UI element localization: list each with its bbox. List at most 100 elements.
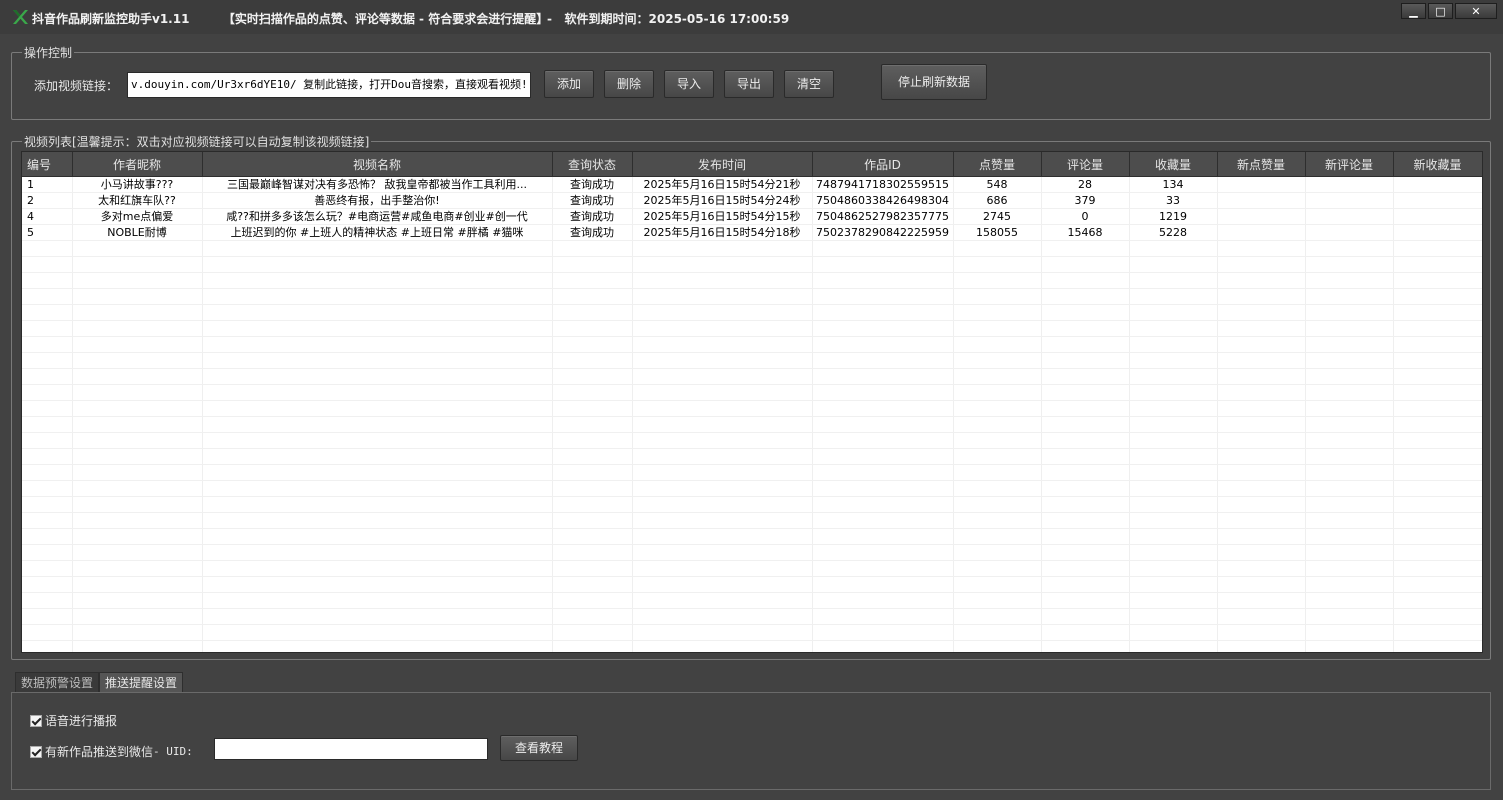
table-cell — [812, 240, 954, 257]
table-cell — [1041, 288, 1130, 305]
table-cell — [1041, 576, 1130, 593]
table-cell — [953, 576, 1042, 593]
column-header[interactable]: 收藏量 — [1129, 152, 1218, 177]
table-cell — [22, 608, 73, 625]
table-cell — [812, 288, 954, 305]
tab-data-alert[interactable]: 数据预警设置 — [15, 672, 100, 693]
table-cell: 查询成功 — [552, 176, 633, 193]
table-cell — [22, 624, 73, 641]
control-group-legend: 操作控制 — [24, 46, 73, 60]
minimize-icon[interactable]: ▁ — [1401, 3, 1426, 19]
table-cell — [552, 288, 633, 305]
table-row — [22, 448, 1482, 465]
delete-button[interactable]: 删除 — [604, 70, 654, 98]
table-cell: 5 — [22, 224, 73, 241]
table-cell — [202, 624, 553, 641]
table-cell — [202, 608, 553, 625]
table-cell — [1041, 480, 1130, 497]
table-cell — [552, 256, 633, 273]
voice-broadcast-checkbox[interactable] — [30, 714, 42, 727]
table-cell — [1393, 624, 1482, 641]
import-button[interactable]: 导入 — [664, 70, 714, 98]
table-cell — [1305, 480, 1394, 497]
column-header[interactable]: 新评论量 — [1305, 152, 1394, 177]
column-header[interactable]: 点赞量 — [953, 152, 1042, 177]
table-cell: 379 — [1041, 192, 1130, 209]
table-cell — [632, 240, 813, 257]
table-cell — [1305, 576, 1394, 593]
table-cell — [1041, 352, 1130, 369]
table-cell — [1305, 592, 1394, 609]
table-cell — [953, 272, 1042, 289]
table-cell — [1393, 528, 1482, 545]
table-cell — [1041, 640, 1130, 652]
table-cell — [72, 368, 203, 385]
wechat-push-option[interactable]: 有新作品推送到微信 - UID: — [30, 743, 193, 760]
table-cell — [22, 320, 73, 337]
table-cell — [1305, 176, 1394, 193]
export-button[interactable]: 导出 — [724, 70, 774, 98]
close-icon[interactable]: ✕ — [1455, 3, 1497, 19]
table-row[interactable]: 5 NOBLE耐博 上班迟到的你 #上班人的精神状态 #上班日常 #胖橘 #猫咪 查询… — [22, 224, 1482, 241]
table-cell — [1393, 320, 1482, 337]
table-cell — [953, 560, 1042, 577]
table-cell — [953, 352, 1042, 369]
video-url-input[interactable]: v.douyin.com/Ur3xr6dYE10/ 复制此链接，打开Dou音搜索… — [127, 72, 531, 98]
wechat-push-checkbox[interactable] — [30, 745, 42, 758]
table-cell — [1041, 272, 1130, 289]
column-header[interactable]: 视频名称 — [202, 152, 553, 177]
table-row — [22, 592, 1482, 609]
table-cell — [1217, 368, 1306, 385]
table-cell — [1217, 528, 1306, 545]
table-cell — [1217, 448, 1306, 465]
maximize-icon[interactable]: □ — [1428, 3, 1453, 19]
table-cell — [953, 640, 1042, 652]
tab-push-reminder[interactable]: 推送提醒设置 — [99, 672, 184, 693]
column-header[interactable]: 新收藏量 — [1393, 152, 1482, 177]
table-row[interactable]: 2 太和红旗车队?? 善恶终有报，出手整治你! 查询成功 2025年5月16日15时54… — [22, 192, 1482, 209]
column-header[interactable]: 作者昵称 — [72, 152, 203, 177]
table-cell — [1129, 400, 1218, 417]
voice-broadcast-option[interactable]: 语音进行播报 — [30, 712, 117, 729]
table-cell — [1393, 544, 1482, 561]
table-cell: 7487941718302559515 — [812, 176, 954, 193]
table-cell — [552, 368, 633, 385]
table-cell — [953, 416, 1042, 433]
view-tutorial-button[interactable]: 查看教程 — [500, 735, 578, 761]
table-cell — [812, 624, 954, 641]
column-header[interactable]: 查询状态 — [552, 152, 633, 177]
table-cell — [1393, 336, 1482, 353]
table-cell — [1217, 560, 1306, 577]
column-header[interactable]: 作品ID — [812, 152, 954, 177]
table-cell — [22, 592, 73, 609]
table-cell — [1393, 208, 1482, 225]
app-subtitle: 【实时扫描作品的点赞、评论等数据 - 符合要求会进行提醒】 — [222, 12, 549, 26]
table-cell: 134 — [1129, 176, 1218, 193]
table-cell — [72, 592, 203, 609]
table-row[interactable]: 4 多对me点偏爱 咸??和拼多多该怎么玩？#电商运营#咸鱼电商#创业#创一代 查询成… — [22, 208, 1482, 225]
table-cell — [1129, 272, 1218, 289]
column-header[interactable]: 编号 — [22, 152, 73, 177]
column-header[interactable]: 发布时间 — [632, 152, 813, 177]
add-button[interactable]: 添加 — [544, 70, 594, 98]
table-row[interactable]: 1 小马讲故事??? 三国最巅峰智谋对决有多恐怖？ 敌我皇帝都被当作工具利用... 查… — [22, 176, 1482, 193]
uid-input[interactable] — [214, 738, 488, 760]
table-body: 1 小马讲故事??? 三国最巅峰智谋对决有多恐怖？ 敌我皇帝都被当作工具利用... 查… — [22, 176, 1482, 652]
table-cell — [1041, 336, 1130, 353]
table-cell — [72, 352, 203, 369]
window-controls: ▁ □ ✕ — [1399, 3, 1497, 19]
column-header[interactable]: 评论量 — [1041, 152, 1130, 177]
stop-refresh-button[interactable]: 停止刷新数据 — [881, 64, 987, 100]
table-cell — [1217, 384, 1306, 401]
table-cell — [1305, 288, 1394, 305]
table-cell — [552, 400, 633, 417]
table-cell — [22, 496, 73, 513]
table-cell — [812, 304, 954, 321]
table-cell — [1393, 448, 1482, 465]
table-cell — [552, 480, 633, 497]
column-header[interactable]: 新点赞量 — [1217, 152, 1306, 177]
table-cell — [1305, 304, 1394, 321]
clear-button[interactable]: 清空 — [784, 70, 834, 98]
table-cell — [202, 448, 553, 465]
table-cell — [22, 368, 73, 385]
